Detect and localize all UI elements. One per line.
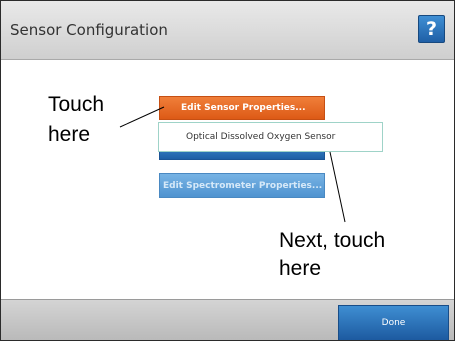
pointer-line-1 <box>119 106 165 128</box>
annotation-pointer-lines <box>119 106 346 223</box>
pointer-line-2 <box>329 151 346 223</box>
